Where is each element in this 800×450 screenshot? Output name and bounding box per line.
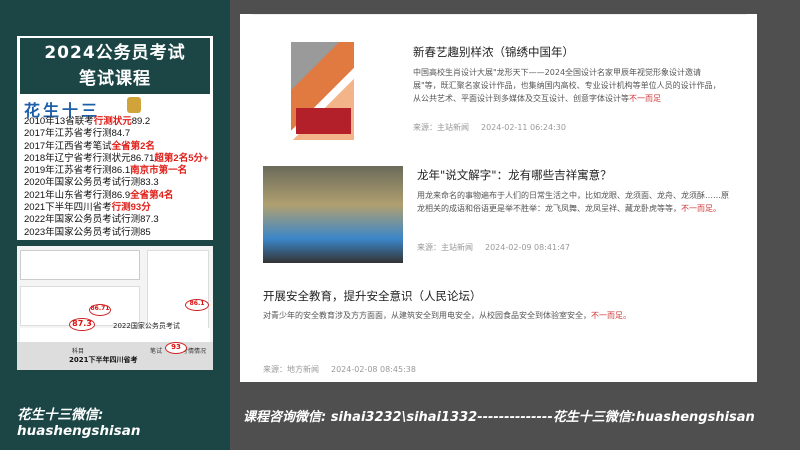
title-line-2: 笔试课程: [79, 69, 151, 89]
achievement-item: 2021年山东省考行测86.9全省第4名: [24, 189, 174, 201]
score-oval-2: 86.1: [185, 299, 209, 311]
achievement-item: 2020年国家公务员考试行测83.3: [24, 177, 159, 189]
wechat-caption: 花生十三微信: huashengshisan: [17, 407, 141, 439]
achievement-item: 2017年江苏省考行测84.7: [24, 128, 131, 140]
title-line-1: 2024公务员考试: [44, 43, 186, 63]
score-header-score: 笔试: [150, 348, 163, 355]
score-oval-1: 86.71: [89, 304, 111, 316]
article-summary: 中国高校生肖设计大展"龙形天下——2024全国设计名家甲辰年视觉形象设计邀请展"…: [413, 68, 721, 103]
achievement-item: 2022年国家公务员考试行测87.3: [24, 214, 159, 226]
news-list: 新春艺趣别样浓（锦绣中国年） 中国高校生肖设计大展"龙形天下——2024全国设计…: [240, 14, 757, 382]
achievement-item: 2017年江西省考笔试全省第2名: [24, 140, 155, 152]
score-oval-4: 93: [165, 342, 187, 354]
score-screenshots: 86.71 86.1 87.3 2022国家公务员考试 科目 笔试 考情情况 2…: [17, 246, 213, 370]
achievement-item: 2021下半年四川省考行测93分: [24, 202, 151, 214]
achievement-item: 2010年13省联考行测状元89.2: [24, 116, 151, 127]
article-title[interactable]: 开展安全教育，提升安全意识（人民论坛）: [263, 288, 482, 304]
score-label-3: 2022国家公务员考试: [113, 322, 180, 330]
article-title[interactable]: 新春艺趣别样浓（锦绣中国年）: [413, 44, 574, 60]
achievement-list: 2010年13省联考行测状元89.2 2017年江苏省考行测84.7 2017年江西…: [24, 116, 209, 239]
score-oval-3: 87.3: [69, 318, 95, 331]
achievement-card: 2024公务员考试 笔试课程 花生十三 2010年13省联考行测状元89.2 20…: [17, 36, 213, 240]
consult-caption: 课程咨询微信: sihai3232\sihai1332-------------…: [243, 410, 755, 425]
article-meta: 来源：主站新闻 2024-02-11 06:24:30: [413, 123, 566, 132]
article-thumbnail[interactable]: [291, 42, 354, 140]
article-meta: 来源：地方新闻 2024-02-08 08:45:38: [263, 365, 416, 374]
article-summary: 对青少年的安全教育涉及方方面面，从建筑安全到用电安全，从校园食品安全到体验室安全…: [263, 311, 631, 320]
article-summary: 用龙来命名的事物遍布于人们的日常生活之中，比如龙眼、龙须面、龙舟、龙须酥……原龙…: [417, 191, 729, 213]
course-title: 2024公务员考试 笔试课程: [20, 38, 210, 94]
promo-panel: 2024公务员考试 笔试课程 花生十三 2010年13省联考行测状元89.2 20…: [0, 0, 230, 450]
medal-icon: [127, 97, 141, 113]
achievement-item: 2023年国家公务员考试行测85: [24, 226, 151, 238]
achievement-item: 2018年辽宁省考行测状元86.71超第2名5分+: [24, 152, 209, 164]
article-meta: 来源：主站新闻 2024-02-09 08:41:47: [417, 243, 570, 252]
article-thumbnail[interactable]: [263, 166, 403, 263]
score-header-subject: 科目: [72, 348, 85, 355]
article-title[interactable]: 龙年"说文解字"：龙有哪些吉祥寓意？: [417, 167, 612, 183]
achievement-item: 2019年江苏省考行测86.1南京市第一名: [24, 165, 188, 177]
score-label-4: 2021下半年四川省考: [69, 356, 138, 364]
